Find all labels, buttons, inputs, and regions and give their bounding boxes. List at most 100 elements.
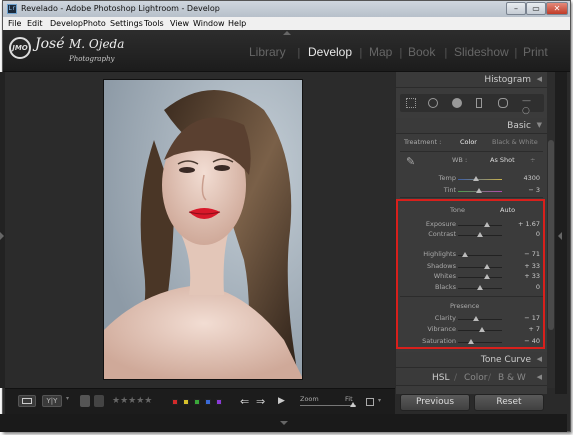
module-separator: | [297,46,301,59]
top-panel-toggle-icon[interactable] [283,31,291,35]
menu-window[interactable]: Window [193,19,225,28]
module-slideshow[interactable]: Slideshow [454,45,509,59]
red-eye-tool-icon[interactable] [452,98,462,108]
spot-removal-tool-icon[interactable] [428,98,438,108]
tint-slider-knob[interactable] [476,188,483,193]
loupe-view-button[interactable] [18,395,36,407]
wb-dropdown-icon[interactable]: ÷ [530,156,535,164]
collapse-left-icon: ◀ [536,75,542,83]
tone-curve-panel-header[interactable]: Tone Curve ◀ [396,352,547,368]
radial-filter-icon[interactable] [498,98,508,108]
tint-label: Tint [443,186,456,194]
flag-pick-icon[interactable] [80,395,90,407]
left-panel-toggle-icon[interactable] [0,232,4,240]
adjustment-brush-icon[interactable]: —○ [522,96,532,116]
treatment-color-option[interactable]: Color [460,138,477,146]
reset-button[interactable]: Reset [474,394,544,411]
title-bar[interactable]: Lr Revelado - Adobe Photoshop Lightroom … [3,1,570,17]
module-book[interactable]: Book [408,45,435,59]
loupe-view-icon [22,398,32,404]
toolbar-options-dropdown-icon[interactable]: ▾ [378,397,381,404]
menu-edit[interactable]: Edit [27,19,43,28]
module-separator: | [444,46,448,59]
wb-eyedropper-icon[interactable]: ✎ [406,155,415,168]
portrait-image [104,80,302,379]
graduated-filter-icon[interactable] [476,98,482,108]
rotate-left-icon[interactable]: ⇐ [240,395,249,408]
hsl-panel-header[interactable]: HSL / Color / B & W ◀ [396,370,547,386]
basic-panel-header[interactable]: Basic ▼ [396,118,547,134]
filmstrip-toggle-icon[interactable] [280,421,288,425]
maximize-button[interactable]: ▭ [526,2,546,15]
module-map[interactable]: Map [369,45,392,59]
collapse-left-icon: ◀ [536,355,542,363]
temp-slider-knob[interactable] [473,176,480,181]
module-print[interactable]: Print [523,45,548,59]
menu-file[interactable]: File [8,19,21,28]
rotate-right-icon[interactable]: ⇒ [256,395,265,408]
tint-slider-row: Tint − 3 [400,186,544,196]
module-develop[interactable]: Develop [308,45,352,59]
wb-select[interactable]: As Shot [490,156,515,164]
treatment-bw-option[interactable]: Black & White [492,138,538,146]
toolbar-options-icon[interactable] [366,398,374,406]
menu-help[interactable]: Help [228,19,246,28]
hsl-tab[interactable]: HSL [432,373,450,383]
module-separator: | [399,46,403,59]
zoom-slider-knob[interactable] [350,402,356,407]
menu-bar: File Edit Develop Photo Settings Tools V… [3,17,570,30]
color-label-swatch[interactable] [172,399,178,405]
color-label-swatch[interactable] [194,399,200,405]
histogram-panel-header[interactable]: Histogram ◀ [396,72,547,88]
basic-panel-title: Basic [507,121,531,131]
collapse-down-icon: ▼ [536,121,542,129]
color-label-swatch[interactable] [205,399,211,405]
flag-reject-icon[interactable] [94,395,104,407]
divider [400,197,543,198]
module-bar: JMO José M. Ojeda Photography Library | … [3,30,570,72]
color-tab[interactable]: Color [464,373,488,383]
menu-settings[interactable]: Settings [110,19,143,28]
star-rating[interactable]: ★★★★★ [112,396,152,406]
tone-curve-panel-title: Tone Curve [480,355,531,365]
zoom-slider-track[interactable] [300,405,356,406]
temp-label: Temp [438,174,456,182]
menu-view[interactable]: View [170,19,189,28]
temp-slider-row: Temp 4300 [400,174,544,184]
crop-tool-icon[interactable] [406,98,416,108]
close-button[interactable]: ✕ [546,2,568,15]
highlight-frame [396,199,545,349]
identity-plate-subtitle: Photography [69,55,115,63]
hsl-sep: / [488,373,492,383]
minimize-button[interactable]: – [506,2,526,15]
menu-develop[interactable]: Develop [50,19,83,28]
tint-value[interactable]: − 3 [502,186,540,194]
before-after-dropdown-icon[interactable]: ▾ [66,395,74,407]
window-title: Revelado - Adobe Photoshop Lightroom - D… [21,4,220,13]
module-separator: | [359,46,363,59]
collapse-left-icon: ◀ [536,373,542,381]
bottom-toolbar [5,388,395,414]
color-label-swatch[interactable] [183,399,189,405]
develop-tool-strip: —○ [400,94,544,116]
preview-photo [103,79,303,380]
menu-tools[interactable]: Tools [144,19,164,28]
treatment-row: Treatment : Color Black & White [400,138,544,150]
before-after-button[interactable]: Y|Y [42,395,62,407]
right-panel-toggle-icon[interactable] [558,232,562,240]
temp-slider-track[interactable] [458,179,502,180]
right-panel-scroll-thumb[interactable] [548,140,554,330]
zoom-label: Zoom [300,395,319,403]
wb-row: ✎ WB : As Shot ÷ [400,155,544,168]
histogram-panel-title: Histogram [484,75,531,85]
divider [400,151,543,152]
wb-label: WB : [452,156,468,164]
hsl-sep: / [454,373,458,383]
module-library[interactable]: Library [249,45,286,59]
bw-tab[interactable]: B & W [498,373,526,383]
previous-button[interactable]: Previous [400,394,470,411]
menu-photo[interactable]: Photo [83,19,106,28]
color-label-swatch[interactable] [216,399,222,405]
temp-value[interactable]: 4300 [502,174,540,182]
play-icon[interactable]: ▶ [278,396,285,406]
